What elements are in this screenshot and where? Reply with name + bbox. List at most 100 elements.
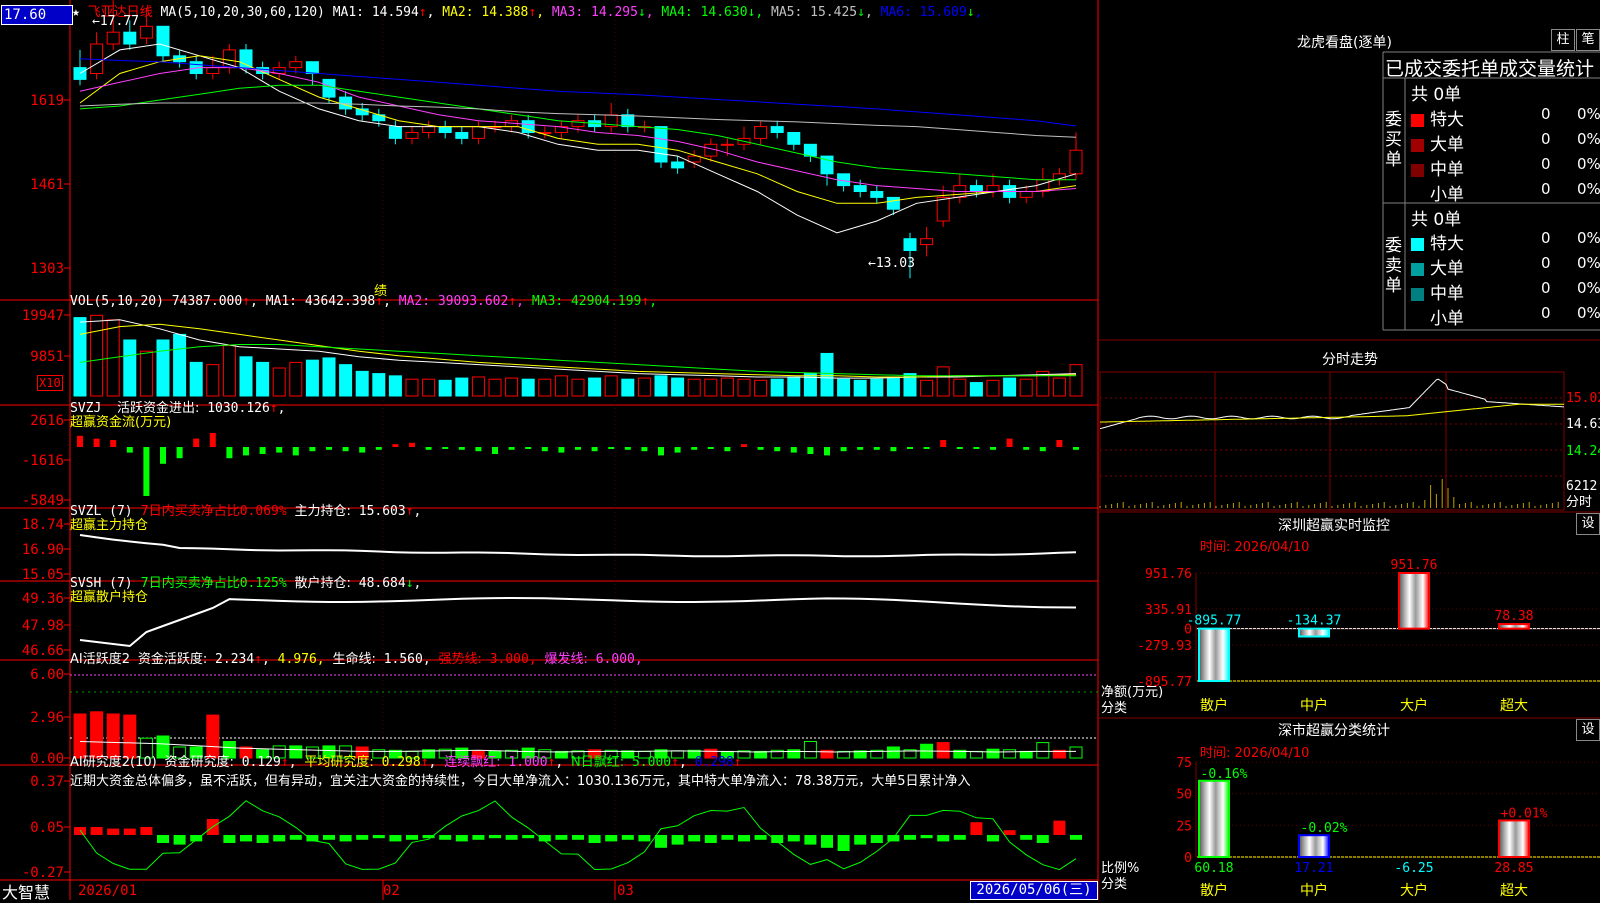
classify-category: 中户	[1300, 882, 1328, 899]
candle-body	[1069, 149, 1083, 175]
research-bar	[953, 835, 966, 840]
longhu-bar-button[interactable]: 柱	[1551, 29, 1575, 51]
longhu-tick-button[interactable]: 笔	[1576, 29, 1600, 51]
fund-flow-bar	[857, 447, 864, 450]
color-swatch	[1411, 262, 1424, 276]
volume-bar	[886, 376, 900, 397]
research-bar	[455, 835, 468, 842]
research-bar	[489, 835, 501, 839]
fund-flow-bar	[558, 447, 565, 453]
fund-flow-bar	[458, 447, 465, 450]
ma-values: MA1: 14.594↑, MA2: 14.388↑, MA3: 14.295↓…	[333, 5, 983, 20]
fund-flow-bar	[193, 438, 200, 447]
volume-bar	[471, 376, 485, 397]
svzj-y-tick: -5849	[22, 493, 64, 509]
volume-bar	[73, 317, 87, 397]
color-swatch	[1411, 287, 1424, 301]
classify-time: 时间: 2026/04/10	[1200, 746, 1310, 761]
fenshi-y-tick: 14.24	[1566, 444, 1600, 459]
activity-bar	[969, 750, 983, 759]
activity-bar	[1003, 749, 1017, 759]
monitor-y-tick: -279.93	[1137, 639, 1192, 654]
research-bar	[240, 835, 252, 842]
brand-logo: 大智慧	[2, 883, 51, 902]
ma-value-5: MA5: 15.425↓,	[763, 5, 873, 20]
research-bar	[621, 835, 634, 840]
fund-flow-bar	[359, 447, 366, 453]
volume-bar	[222, 345, 236, 397]
candle-body	[455, 132, 469, 139]
retail-position-line	[79, 596, 1077, 648]
volume-bar	[405, 378, 419, 397]
ai1-y-tick: 0.00	[30, 751, 64, 767]
research-bar	[1003, 830, 1016, 835]
candle-body	[886, 196, 900, 210]
research-bar	[837, 835, 850, 851]
fund-flow-bar	[326, 447, 332, 450]
fund-flow-bar	[940, 440, 947, 447]
sell-row-2: 大单	[1411, 254, 1464, 279]
research-bar	[140, 827, 153, 835]
fund-flow-bar	[110, 440, 117, 447]
research-bar	[688, 835, 701, 842]
candle-body	[621, 114, 635, 128]
volume-bar	[272, 367, 286, 397]
candle-body	[388, 126, 402, 139]
activity-bar	[1019, 750, 1033, 759]
classify-xlabel: 分类	[1101, 877, 1128, 892]
candle-body	[438, 126, 452, 133]
buy-pct-3: 0%	[1577, 155, 1600, 173]
research-bar	[389, 835, 402, 842]
fenshi-y-tick: 15.02	[1566, 391, 1600, 406]
sell-count-2: 0	[1541, 254, 1551, 272]
monitor-settings-button[interactable]: 设	[1576, 513, 1600, 535]
monitor-value-label: 78.38	[1494, 609, 1533, 624]
research-bar	[1053, 820, 1066, 835]
research-bar	[605, 835, 618, 842]
star-icon[interactable]: ★	[72, 5, 80, 20]
research-bar	[522, 835, 535, 839]
vol-y-tick: 9851	[30, 349, 64, 365]
sell-pct-1: 0%	[1577, 229, 1600, 247]
sell-count-4: 0	[1541, 304, 1551, 322]
classify-settings-button[interactable]: 设	[1576, 719, 1600, 741]
buy-total: 共 0单	[1411, 85, 1462, 105]
monitor-y-tick: 951.76	[1145, 567, 1192, 582]
color-swatch	[1411, 163, 1424, 177]
svsh-y-tick: 46.66	[22, 643, 64, 659]
volume-bar	[986, 379, 1000, 397]
buy-count-1: 0	[1541, 105, 1551, 123]
candle-body	[969, 185, 983, 193]
research-bar	[123, 828, 136, 835]
research-bar	[870, 835, 883, 843]
volume-bar	[588, 377, 602, 397]
volume-bar	[206, 364, 220, 397]
candle-body	[704, 143, 718, 157]
activity-bar	[1069, 746, 1083, 759]
candle-body	[920, 238, 934, 246]
candle-body	[903, 238, 917, 251]
classify-title: 深市超赢分类统计	[1278, 723, 1390, 739]
current-date-badge[interactable]: 2026/05/06(三)	[970, 881, 1098, 900]
color-swatch	[1411, 188, 1424, 202]
ai2-comment: 近期大资金总体偏多，虽不活跃，但有异动，宜关注大资金的持续性，今日大单净流入：1…	[70, 774, 971, 789]
fund-flow-bar	[375, 447, 382, 450]
candle-body	[305, 61, 319, 75]
fund-flow-bar	[724, 447, 731, 452]
svzj-sub: 超赢资金流(万元)	[70, 415, 172, 430]
fund-flow-bar	[923, 447, 930, 449]
candle-body	[654, 126, 668, 163]
research-bar	[555, 835, 568, 840]
classify-y-tick: 50	[1176, 788, 1192, 803]
svzj-y-tick: -1616	[22, 453, 64, 469]
price-y-tick: 1619	[30, 93, 64, 109]
volume-bar	[1019, 378, 1033, 397]
research-bar	[289, 835, 302, 840]
volume-bar	[654, 375, 668, 397]
monitor-category: 超大	[1500, 698, 1528, 714]
longhu-title: 龙虎看盘(逐单)	[1297, 35, 1392, 51]
research-bar	[472, 835, 485, 840]
monitor-value-label: -895.77	[1187, 614, 1242, 629]
classify-y-tick: 25	[1176, 819, 1192, 834]
candle-body	[787, 132, 801, 145]
